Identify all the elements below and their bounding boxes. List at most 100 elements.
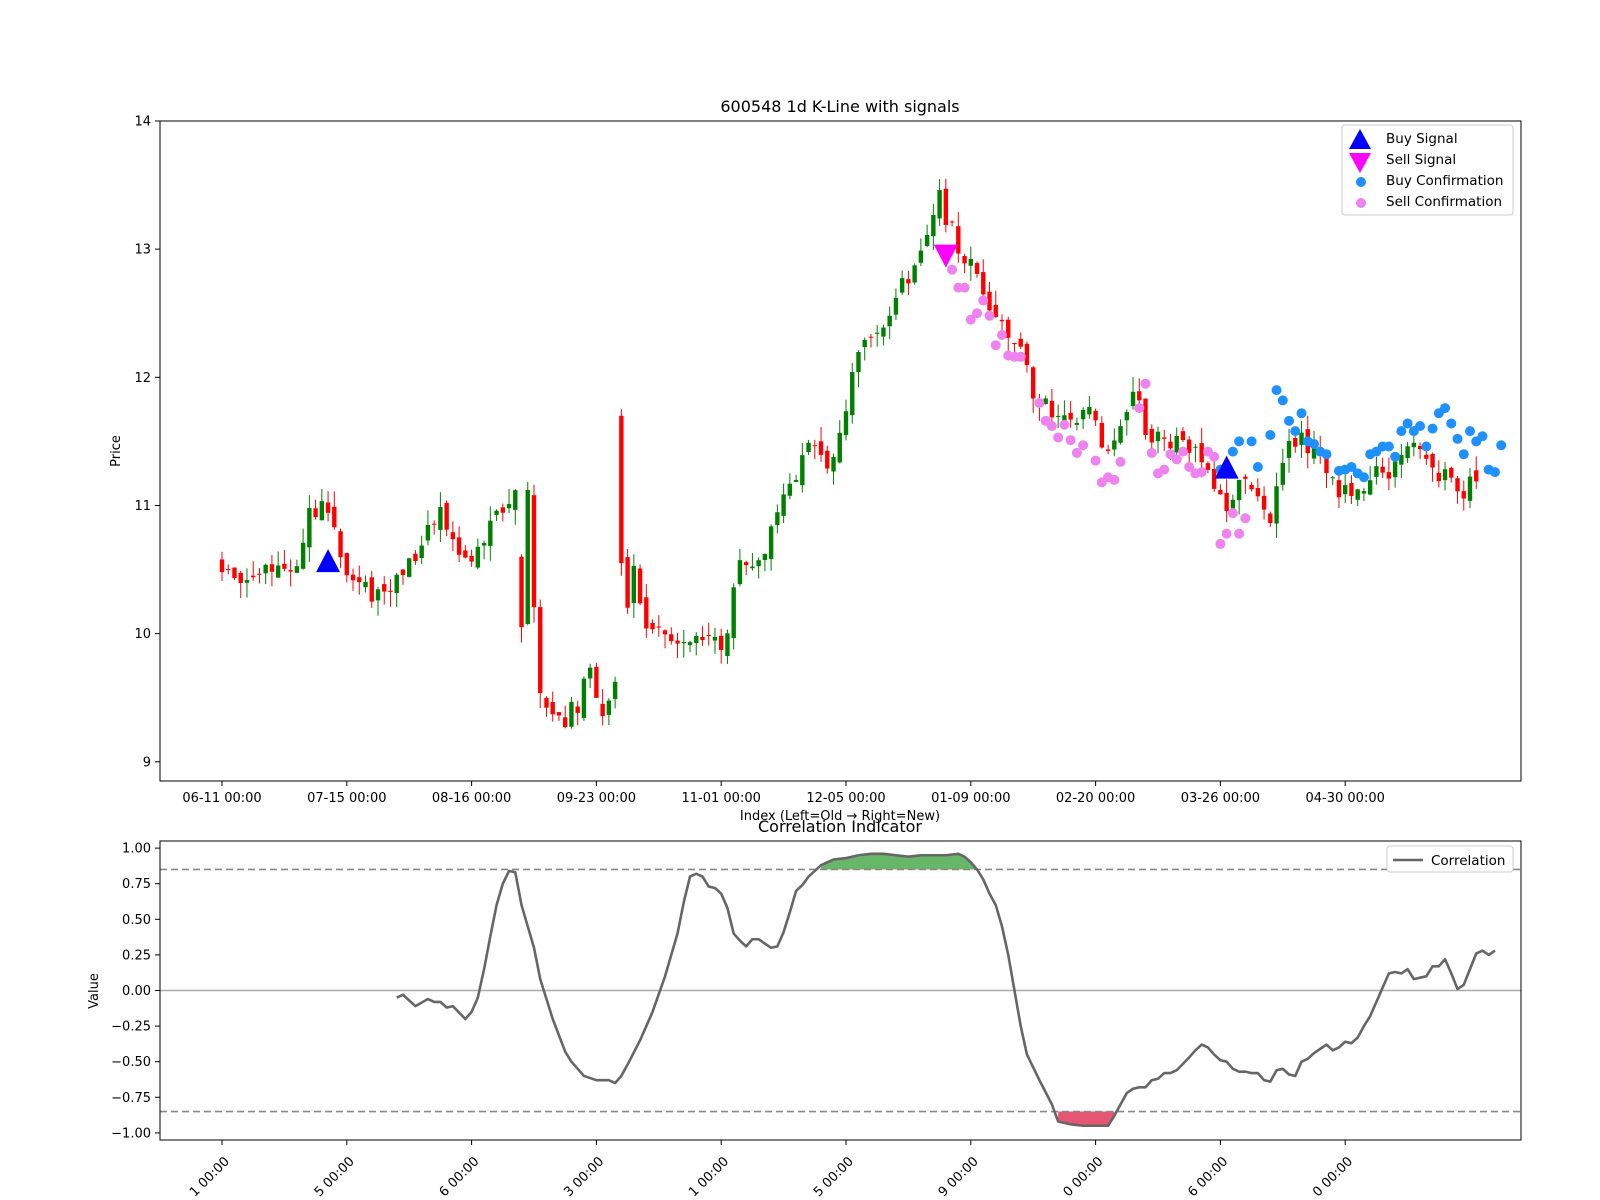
corr-y-tick-label: 0.25 <box>122 948 151 963</box>
sell-confirmation-point <box>1177 446 1188 457</box>
candle-body <box>675 640 680 644</box>
candle-body <box>506 504 512 509</box>
candle-body <box>282 563 287 569</box>
candle-body <box>357 577 362 583</box>
candle-body <box>369 577 374 602</box>
sell-confirmation-point <box>1171 454 1182 465</box>
candle-body <box>456 537 462 555</box>
candle-body <box>1274 486 1279 524</box>
kline-y-tick-label: 11 <box>134 499 151 514</box>
candle-body <box>382 584 387 592</box>
corr-y-ticks: −1.00 −0.75 −0.50 −0.25 0.00 0.25 0.50 0.75 1.00 <box>111 842 160 1141</box>
candle-body <box>775 512 780 526</box>
candle-body <box>1330 477 1335 479</box>
corr-x-tick-label: 0 00:00 <box>1310 1154 1356 1200</box>
candle-body <box>538 607 543 694</box>
candle-body <box>943 188 949 225</box>
candle-body <box>1143 398 1148 436</box>
candle-body <box>719 635 724 650</box>
candle-body <box>1430 453 1435 468</box>
buy-confirmation-point <box>1290 426 1301 437</box>
buy-confirmation-point <box>1321 449 1332 460</box>
candle-body <box>812 445 817 447</box>
sell-confirmation-point <box>1140 378 1151 389</box>
candle-body <box>656 626 661 628</box>
candle-body <box>662 630 668 635</box>
candle-body <box>949 221 955 223</box>
sell-confirmation-point <box>1071 447 1082 458</box>
buy-confirmation-point <box>1477 431 1488 442</box>
kline-y-tick-label: 9 <box>143 755 151 770</box>
candle-body <box>712 636 718 641</box>
candle-body <box>1068 412 1073 420</box>
legend-buy-signal-label: Buy Signal <box>1386 131 1458 147</box>
buy-confirmation-point <box>1227 446 1238 457</box>
candle-body <box>669 634 674 642</box>
sell-confirmation-point <box>1046 421 1057 432</box>
candle-body <box>1024 343 1030 366</box>
candle-body <box>1349 483 1354 497</box>
candle-body <box>1018 338 1023 347</box>
candle-body <box>550 702 555 715</box>
kline-x-tick-label: 02-20 00:00 <box>1056 791 1135 806</box>
candle-body <box>694 635 699 643</box>
candle-body <box>425 524 431 541</box>
candle-body <box>881 327 886 337</box>
corr-x-tick-label: 6 00:00 <box>437 1154 483 1200</box>
candle-body <box>226 569 231 571</box>
corr-y-tick-label: −0.75 <box>111 1091 151 1106</box>
candle-body <box>556 712 562 716</box>
buy-confirmation-point <box>1234 436 1245 447</box>
candle-body <box>450 532 456 540</box>
candle-body <box>587 667 593 679</box>
buy-confirmation-point <box>1427 423 1438 434</box>
candle-body <box>581 678 587 718</box>
corr-x-tick-label: 6 00:00 <box>1185 1154 1231 1200</box>
candle-body <box>731 587 736 639</box>
legend-correlation-label: Correlation <box>1431 853 1505 869</box>
candle-body <box>1093 410 1098 421</box>
legend-buy-confirmation-label: Buy Confirmation <box>1386 173 1503 189</box>
candle-body <box>756 560 761 567</box>
candle-body <box>1224 492 1229 511</box>
candle-body <box>500 507 505 513</box>
candle-body <box>1130 391 1136 406</box>
candle-body <box>275 565 281 578</box>
candle-body <box>350 574 356 581</box>
candle-body <box>781 494 786 516</box>
kline-x-tick-label: 01-09 00:00 <box>931 791 1010 806</box>
kline-y-tick-label: 12 <box>134 371 151 386</box>
candle-body <box>800 455 805 486</box>
candle-body <box>400 569 406 576</box>
candle-body <box>469 555 474 562</box>
sell-confirmation-point <box>1234 528 1245 539</box>
candle-body <box>831 456 836 472</box>
corr-y-tick-label: 1.00 <box>122 842 151 857</box>
candle-body <box>544 697 549 708</box>
candle-body <box>294 566 300 573</box>
candle-body <box>787 483 793 496</box>
candle-body <box>1336 480 1342 498</box>
kline-x-tick-label: 12-05 00:00 <box>806 791 885 806</box>
sell-confirmation-point <box>1090 455 1101 466</box>
candle-body <box>313 508 318 518</box>
candle-body <box>1124 412 1129 421</box>
sell-confirmation-point <box>1159 464 1170 475</box>
buy-confirmation-point <box>1265 429 1276 440</box>
candle-body <box>999 319 1005 322</box>
candle-body <box>1062 415 1067 421</box>
kline-x-ticks: 06-11 00:00 07-15 00:00 08-16 00:00 09-23 0… <box>182 781 1385 806</box>
candle-body <box>438 507 443 530</box>
candle-body <box>1205 463 1211 470</box>
candle-body <box>1080 409 1086 420</box>
candle-body <box>650 622 655 630</box>
sell-confirmation-point <box>1053 432 1064 443</box>
candle-body <box>1168 441 1173 449</box>
corr-x-tick-label: 5 00:00 <box>312 1154 358 1200</box>
sell-confirmation-point <box>947 264 958 275</box>
candle-body <box>1255 488 1261 497</box>
corr-y-tick-label: −0.25 <box>111 1020 151 1035</box>
candle-body <box>257 573 262 575</box>
buy-confirmation-point <box>1452 433 1463 444</box>
corr-x-tick-label: 9 00:00 <box>936 1154 982 1200</box>
